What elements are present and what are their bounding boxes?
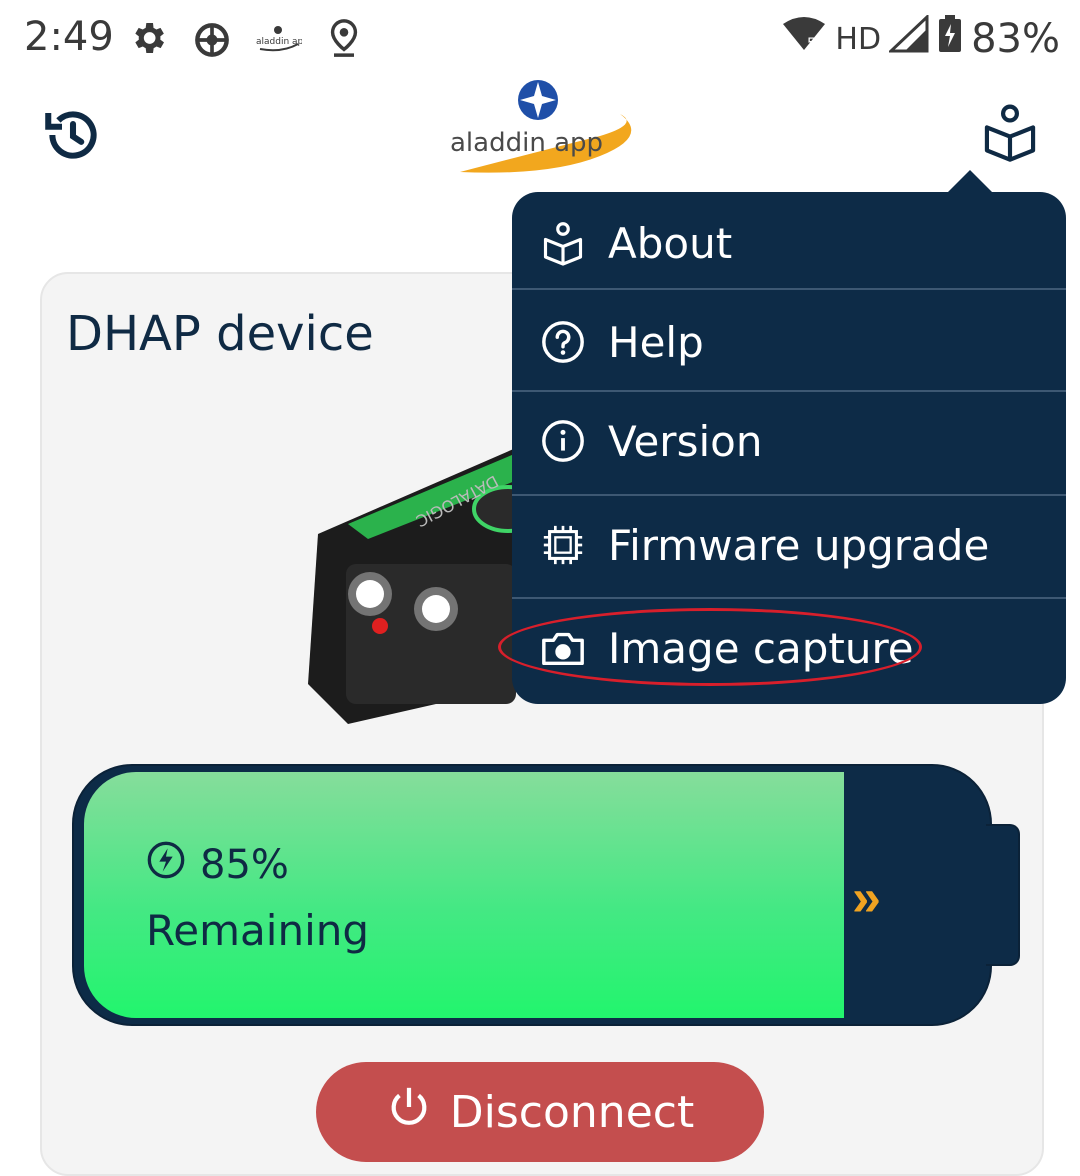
gear-icon <box>128 18 168 63</box>
history-icon <box>45 111 97 159</box>
battery-remaining-label: Remaining <box>146 906 370 955</box>
menu-item-about[interactable]: About <box>512 192 1066 294</box>
status-time: 2:49 <box>24 14 114 60</box>
battery-percent: 83% <box>971 16 1060 62</box>
disconnect-label: Disconnect <box>449 1086 695 1138</box>
logo-text: aladdin app <box>450 128 604 158</box>
menu-caret <box>946 170 994 194</box>
book-person-icon <box>540 220 586 266</box>
bolt-circle-icon <box>146 840 186 890</box>
battery-details-arrow[interactable]: » <box>852 868 881 928</box>
battery-charging-icon <box>937 14 963 64</box>
highlight-annotation <box>498 608 922 686</box>
menu-divider <box>512 288 1066 290</box>
status-right: 5 HD 83% <box>781 13 1060 64</box>
aladdin-app-notification-icon: aladdin app <box>254 22 309 59</box>
help-circle-icon <box>540 319 586 365</box>
menu-item-label: Version <box>608 416 763 466</box>
book-person-icon <box>984 104 1036 162</box>
battery-level-text: 85% <box>200 842 289 888</box>
menu-item-help[interactable]: Help <box>512 291 1066 393</box>
menu-item-label: Firmware upgrade <box>608 520 990 570</box>
info-circle-icon <box>540 418 586 464</box>
network-type: HD <box>835 21 882 57</box>
battery-fill <box>84 772 844 1018</box>
location-pin-icon <box>326 18 362 63</box>
status-bar: 2:49 aladdin app 5 HD 83% <box>0 0 1080 76</box>
about-menu-button[interactable] <box>982 102 1038 162</box>
battery-percent-row: 85% <box>146 840 289 890</box>
chip-icon <box>540 522 586 568</box>
disconnect-button[interactable]: Disconnect <box>316 1062 764 1162</box>
menu-item-label: Help <box>608 317 704 367</box>
app-header: aladdin app <box>0 76 1080 196</box>
device-title: DHAP device <box>66 306 374 362</box>
svg-text:5: 5 <box>807 36 816 52</box>
history-button[interactable] <box>40 102 106 168</box>
battery-tip <box>986 824 1020 966</box>
menu-item-label: About <box>608 218 733 268</box>
menu-item-firmware-upgrade[interactable]: Firmware upgrade <box>512 494 1066 596</box>
wifi-icon: 5 <box>781 16 827 62</box>
app-logo: aladdin app <box>440 76 640 186</box>
power-icon <box>386 1084 432 1141</box>
menu-item-version[interactable]: Version <box>512 390 1066 492</box>
settings-wheel-icon <box>190 18 234 67</box>
signal-icon <box>887 13 929 63</box>
